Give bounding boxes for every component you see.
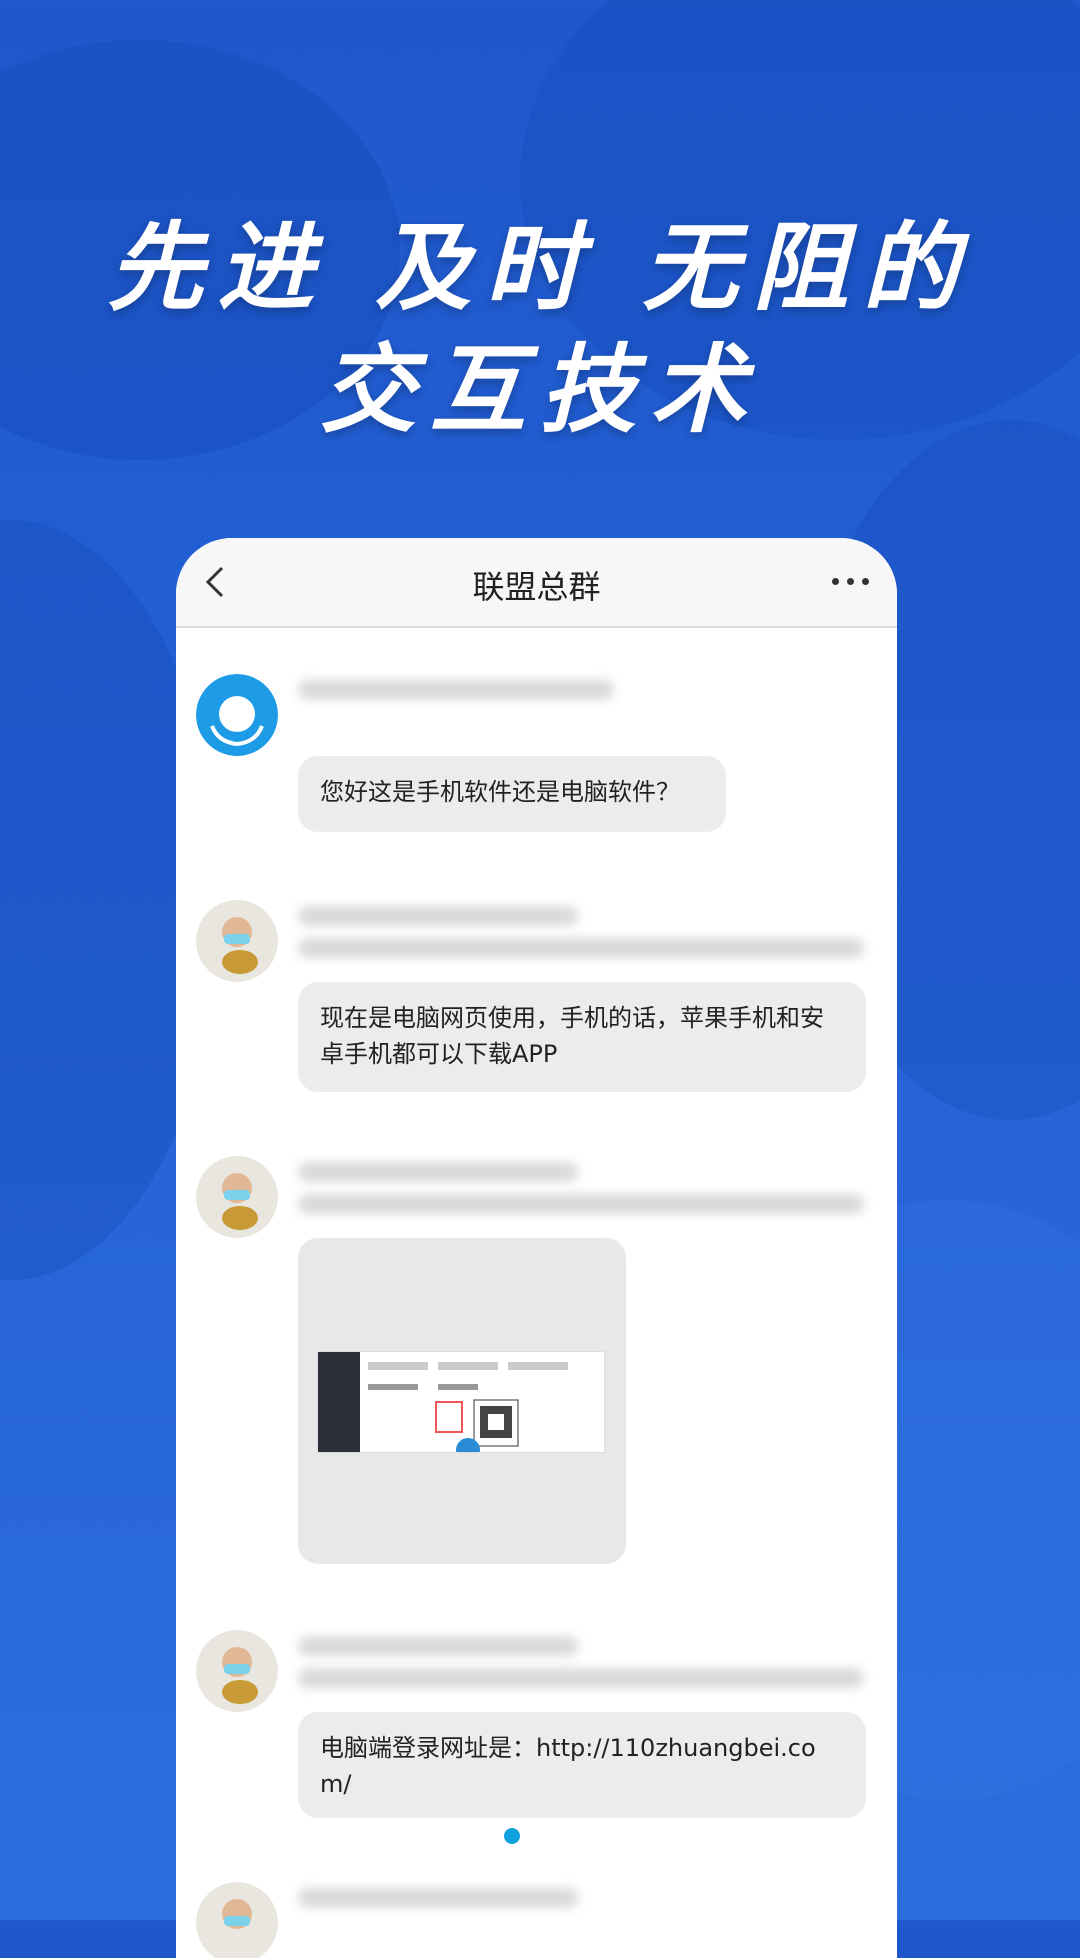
message-bubble[interactable]: 电脑端登录网址是：http://110zhuangbei.com/: [298, 1712, 866, 1818]
page-indicator-dot: [504, 1828, 520, 1844]
avatar[interactable]: [196, 1156, 278, 1238]
headline-line1: 先进 及时 无阻的: [107, 212, 973, 324]
chat-nav-bar: 联盟总群: [176, 538, 897, 628]
screenshot-thumbnail[interactable]: [318, 1352, 604, 1452]
blurred-sender-tags: [298, 938, 864, 958]
more-dots-icon[interactable]: [832, 578, 869, 585]
blurred-sender-tags: [298, 1668, 864, 1688]
chat-title: 联盟总群: [472, 568, 601, 606]
blurred-sender-name: [298, 906, 578, 926]
blurred-sender-name: [298, 1162, 578, 1182]
blurred-sender-name: [298, 1636, 578, 1656]
blurred-sender-name: [298, 1888, 578, 1908]
message-bubble[interactable]: 您好这是手机软件还是电脑软件？: [298, 756, 726, 832]
avatar[interactable]: [196, 1882, 278, 1958]
blurred-sender-tags: [298, 1194, 864, 1214]
phone-chat-screen: 联盟总群 您好这是手机软件还是电脑软件？ 现在是电脑网页使用，手机的话，苹果手机…: [176, 538, 897, 1958]
message-bubble[interactable]: 现在是电脑网页使用，手机的话，苹果手机和安卓手机都可以下载APP: [298, 982, 866, 1092]
image-message[interactable]: [298, 1238, 626, 1564]
headline-line2: 交互技术: [320, 334, 760, 446]
blurred-sender-name: [298, 680, 614, 700]
avatar[interactable]: [196, 900, 278, 982]
avatar[interactable]: [196, 1630, 278, 1712]
avatar[interactable]: [196, 674, 278, 756]
